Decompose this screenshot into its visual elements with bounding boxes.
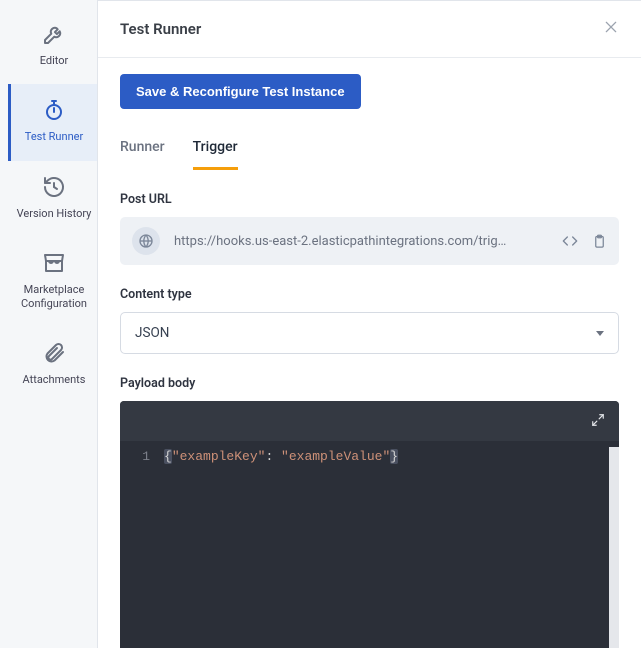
- code-icon[interactable]: [562, 233, 578, 249]
- payload-body-label: Payload body: [120, 376, 619, 391]
- paperclip-icon: [40, 339, 68, 367]
- main-panel: Test Runner Save & Reconfigure Test Inst…: [98, 0, 641, 648]
- content-type-select[interactable]: JSON: [120, 312, 619, 354]
- post-url-label: Post URL: [120, 192, 619, 207]
- line-gutter: 1: [120, 447, 164, 648]
- sidebar-item-label: Test Runner: [25, 130, 83, 144]
- sidebar-item-attachments[interactable]: Attachments: [8, 327, 97, 403]
- tabs: Runner Trigger: [120, 129, 619, 170]
- expand-icon[interactable]: [591, 412, 605, 431]
- sidebar-item-label: Version History: [17, 207, 92, 221]
- sidebar-item-marketplace-config[interactable]: Marketplace Configuration: [8, 237, 97, 328]
- tab-runner[interactable]: Runner: [120, 129, 165, 170]
- clipboard-icon[interactable]: [592, 233, 607, 249]
- code-line: {"exampleKey": "exampleValue"}: [164, 447, 398, 648]
- content-type-value: JSON: [135, 325, 169, 341]
- sidebar: Editor Test Runner Version History Marke…: [8, 0, 98, 648]
- payload-editor[interactable]: 1 {"exampleKey": "exampleValue"}: [120, 401, 619, 648]
- storefront-icon: [40, 249, 68, 277]
- sidebar-item-version-history[interactable]: Version History: [8, 161, 97, 237]
- content-type-label: Content type: [120, 287, 619, 302]
- stopwatch-icon: [40, 96, 68, 124]
- panel-title: Test Runner: [120, 20, 201, 38]
- tab-trigger[interactable]: Trigger: [193, 129, 238, 170]
- sidebar-item-label: Attachments: [23, 373, 86, 387]
- panel-content: Save & Reconfigure Test Instance Runner …: [98, 58, 641, 648]
- sidebar-item-label: Marketplace Configuration: [15, 283, 93, 312]
- sidebar-item-editor[interactable]: Editor: [8, 8, 97, 84]
- sidebar-item-test-runner[interactable]: Test Runner: [8, 84, 97, 160]
- post-url-value: https://hooks.us-east-2.elasticpathinteg…: [174, 234, 548, 249]
- scrollbar-edge: [609, 447, 619, 648]
- wrench-icon: [40, 20, 68, 48]
- panel-header: Test Runner: [98, 1, 641, 58]
- history-icon: [40, 173, 68, 201]
- sidebar-item-label: Editor: [40, 54, 69, 68]
- save-reconfigure-button[interactable]: Save & Reconfigure Test Instance: [120, 74, 361, 109]
- code-area[interactable]: 1 {"exampleKey": "exampleValue"}: [120, 441, 619, 648]
- globe-icon: [132, 227, 160, 255]
- close-button[interactable]: [603, 19, 619, 39]
- post-url-field: https://hooks.us-east-2.elasticpathinteg…: [120, 217, 619, 265]
- chevron-down-icon: [596, 331, 604, 336]
- editor-toolbar: [120, 401, 619, 441]
